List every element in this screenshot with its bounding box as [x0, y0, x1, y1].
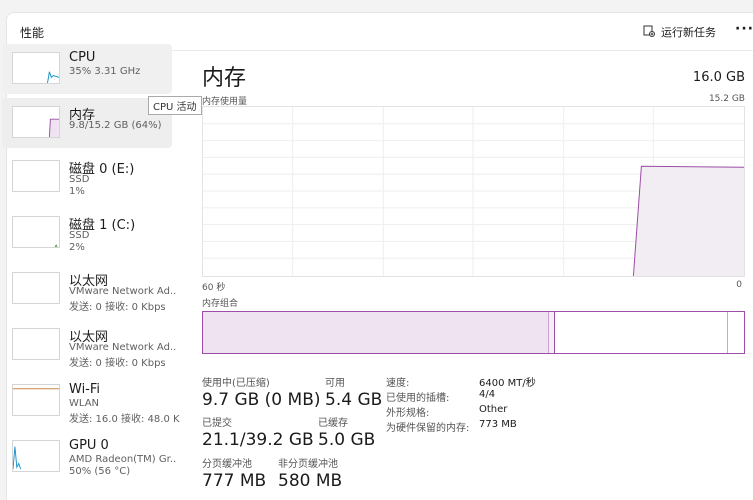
detail-slots-label: 已使用的插槽:: [386, 393, 450, 404]
disk1-thumbnail: [12, 216, 60, 248]
graph-axis-right: 0: [736, 280, 742, 290]
memory-usage-area: [633, 166, 744, 276]
more-options-button[interactable]: ···: [735, 21, 753, 37]
detail-reserved-label: 为硬件保留的内存:: [386, 423, 470, 434]
composition-in-use: [203, 312, 550, 353]
stat-label: 分页缓冲池: [202, 459, 252, 470]
sidebar-item-name: Wi-Fi: [69, 382, 101, 397]
sidebar-item-name: CPU: [69, 50, 96, 65]
disk0-thumbnail: [12, 160, 60, 192]
sidebar-item-ethernet-1[interactable]: 以太网 VMware Network Ad.. 发送: 0 接收: 0 Kbps: [2, 264, 176, 316]
detail-form-factor-value: Other: [479, 404, 508, 415]
stat-cached: 已缓存 5.0 GB: [318, 414, 375, 450]
sidebar-item-usage: 50% (56 °C): [69, 466, 131, 477]
cpu-activity-tooltip: CPU 活动: [148, 96, 202, 115]
run-new-task-button[interactable]: 运行新任务: [643, 24, 716, 40]
ethernet1-thumbnail: [12, 272, 60, 304]
memory-usage-max: 15.2 GB: [708, 94, 745, 104]
sidebar-item-detail: 9.8/15.2 GB (64%): [69, 120, 162, 131]
sidebar-item-throughput: 发送: 16.0 接收: 48.0 K: [69, 414, 180, 425]
memory-composition-label: 内存组合: [202, 299, 239, 309]
sidebar-item-detail: VMware Network Ad..: [69, 342, 177, 353]
wifi-thumbnail: [12, 384, 60, 416]
memory-composition-bar: [202, 311, 745, 354]
ethernet2-thumbnail: [12, 328, 60, 360]
sidebar-item-memory[interactable]: 内存 9.8/15.2 GB (64%): [2, 98, 172, 148]
sidebar-item-throughput: 发送: 0 接收: 0 Kbps: [69, 358, 166, 369]
memory-total: 16.0 GB: [692, 70, 745, 85]
sidebar-item-cpu[interactable]: CPU 35% 3.31 GHz: [2, 44, 172, 94]
sidebar-item-detail: VMware Network Ad..: [69, 286, 177, 297]
detail-speed-label: 速度:: [386, 378, 410, 389]
stat-label: 使用中(已压缩): [202, 378, 270, 389]
sidebar-item-disk-0[interactable]: 磁盘 0 (E:) SSD 1%: [2, 152, 172, 204]
stat-available: 可用 5.4 GB: [325, 374, 382, 410]
stat-value: 5.0 GB: [318, 430, 376, 450]
memory-usage-graph: [202, 106, 745, 277]
composition-standby: [554, 312, 728, 353]
sidebar-item-detail: 35% 3.31 GHz: [69, 66, 141, 77]
sidebar-item-detail: SSD: [69, 230, 90, 241]
stat-label: 已缓存: [318, 418, 348, 429]
stat-nonpaged-pool: 非分页缓冲池 580 MB: [278, 455, 342, 491]
stat-label: 可用: [325, 378, 345, 389]
stat-label: 已提交: [202, 418, 232, 429]
sidebar-item-disk-1[interactable]: 磁盘 1 (C:) SSD 2%: [2, 208, 172, 260]
detail-form-factor-label: 外形规格:: [386, 408, 430, 419]
detail-reserved-value: 773 MB: [479, 419, 517, 430]
sidebar-item-name: GPU 0: [69, 438, 109, 453]
stat-value: 580 MB: [278, 471, 343, 491]
memory-title: 内存: [202, 66, 247, 91]
sidebar-item-usage: 2%: [69, 242, 85, 253]
graph-axis-left: 60 秒: [202, 283, 226, 293]
detail-slots-value: 4/4: [479, 389, 496, 400]
run-task-icon: [643, 25, 655, 40]
sidebar-item-ethernet-2[interactable]: 以太网 VMware Network Ad.. 发送: 0 接收: 0 Kbps: [2, 320, 176, 372]
cpu-thumbnail: [12, 52, 60, 84]
run-task-label: 运行新任务: [661, 26, 716, 39]
stat-value: 21.1/39.2 GB: [202, 430, 314, 450]
page-title: 性能: [20, 26, 45, 40]
resource-sidebar: CPU 35% 3.31 GHz 内存 9.8/15.2 GB (64%) 磁盘…: [2, 44, 180, 488]
sidebar-item-wifi[interactable]: Wi-Fi WLAN 发送: 16.0 接收: 48.0 K: [2, 376, 180, 428]
sidebar-item-detail: SSD: [69, 174, 90, 185]
stat-label: 非分页缓冲池: [278, 459, 338, 470]
sidebar-item-gpu[interactable]: GPU 0 AMD Radeon(TM) Gr.. 50% (56 °C): [2, 432, 176, 484]
sidebar-item-usage: 1%: [69, 186, 85, 197]
detail-speed-value: 6400 MT/秒: [479, 378, 536, 389]
stat-value: 777 MB: [202, 471, 267, 491]
stat-paged-pool: 分页缓冲池 777 MB: [202, 455, 266, 491]
memory-thumbnail: [12, 106, 60, 138]
stat-in-use: 使用中(已压缩) 9.7 GB (0 MB): [202, 374, 321, 410]
stat-committed: 已提交 21.1/39.2 GB: [202, 414, 314, 450]
sidebar-item-detail: AMD Radeon(TM) Gr..: [69, 454, 177, 465]
stat-value: 9.7 GB (0 MB): [202, 390, 321, 410]
sidebar-item-detail: WLAN: [69, 398, 100, 409]
gpu-thumbnail: [12, 440, 60, 472]
stat-value: 5.4 GB: [325, 390, 383, 410]
sidebar-item-throughput: 发送: 0 接收: 0 Kbps: [69, 302, 166, 313]
